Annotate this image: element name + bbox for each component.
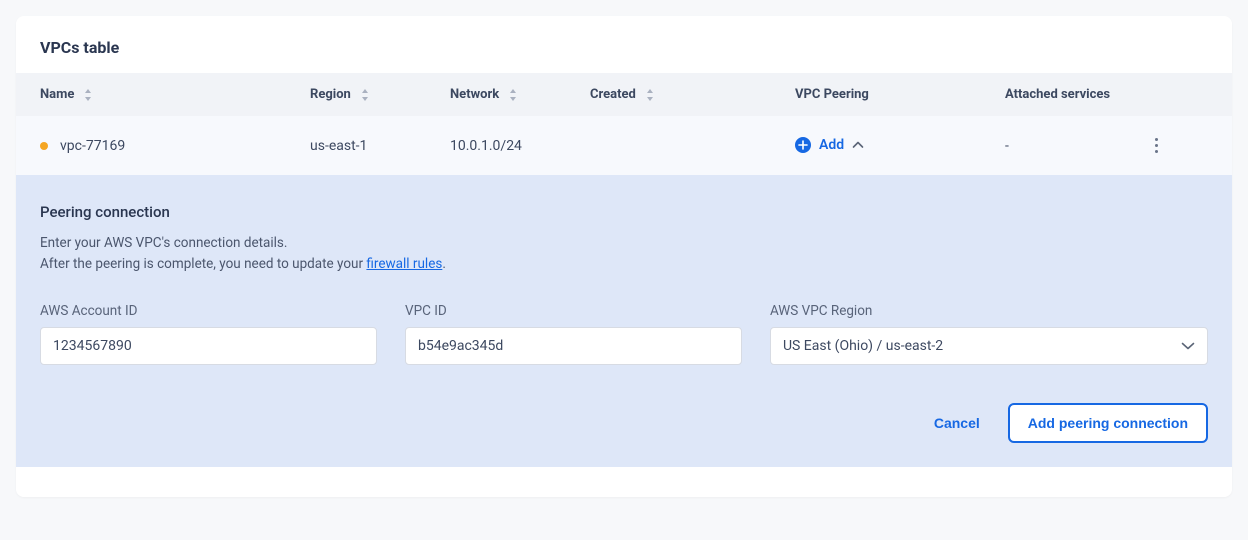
aws-account-id-label: AWS Account ID xyxy=(40,303,377,319)
vpcs-card: VPCs table Name Region Network xyxy=(16,16,1232,497)
col-network-label: Network xyxy=(450,87,499,102)
add-peering-connection-button[interactable]: Add peering connection xyxy=(1008,403,1208,443)
col-name[interactable]: Name xyxy=(16,73,296,116)
col-actions xyxy=(1136,81,1196,109)
aws-region-value: US East (Ohio) / us-east-2 xyxy=(783,338,943,354)
aws-region-label: AWS VPC Region xyxy=(770,303,1208,319)
col-region[interactable]: Region xyxy=(296,73,436,116)
cell-name: vpc-77169 xyxy=(60,138,125,154)
col-network[interactable]: Network xyxy=(436,73,576,116)
chevron-down-icon xyxy=(1181,338,1195,354)
col-peering: VPC Peering xyxy=(781,73,991,116)
sort-icon xyxy=(84,89,92,101)
col-created-label: Created xyxy=(590,87,636,102)
panel-desc-line1: Enter your AWS VPC's connection details. xyxy=(40,235,287,251)
panel-desc-line2-suffix: . xyxy=(442,256,446,272)
plus-circle-icon xyxy=(795,137,811,153)
status-dot-icon xyxy=(40,142,48,150)
cell-network: 10.0.1.0/24 xyxy=(436,122,576,170)
col-name-label: Name xyxy=(40,87,74,102)
vpc-id-input[interactable] xyxy=(405,327,742,365)
panel-description: Enter your AWS VPC's connection details.… xyxy=(40,233,1208,275)
cancel-button[interactable]: Cancel xyxy=(934,415,980,431)
aws-region-field: AWS VPC Region US East (Ohio) / us-east-… xyxy=(770,303,1208,365)
aws-account-id-input[interactable] xyxy=(40,327,377,365)
row-menu-button[interactable] xyxy=(1149,132,1164,159)
col-peering-label: VPC Peering xyxy=(795,87,869,102)
vpc-id-label: VPC ID xyxy=(405,303,742,319)
sort-icon xyxy=(646,89,654,101)
col-region-label: Region xyxy=(310,87,351,102)
table-header: Name Region Network xyxy=(16,73,1232,116)
vpcs-table: Name Region Network xyxy=(16,73,1232,497)
col-created[interactable]: Created xyxy=(576,73,781,116)
col-attached: Attached services xyxy=(991,73,1136,116)
firewall-rules-link[interactable]: firewall rules xyxy=(366,256,442,272)
aws-account-id-field: AWS Account ID xyxy=(40,303,377,365)
panel-desc-line2-prefix: After the peering is complete, you need … xyxy=(40,256,366,272)
sort-icon xyxy=(361,89,369,101)
table-row: vpc-77169 us-east-1 10.0.1.0/24 Add - xyxy=(16,116,1232,175)
add-peering-button[interactable]: Add xyxy=(795,137,864,153)
cell-created xyxy=(576,130,781,162)
footer-space xyxy=(16,467,1232,497)
cell-attached: - xyxy=(991,122,1136,170)
panel-title: Peering connection xyxy=(40,203,1208,221)
cell-region: us-east-1 xyxy=(296,122,436,170)
sort-icon xyxy=(509,89,517,101)
card-title: VPCs table xyxy=(16,16,1232,73)
chevron-up-icon xyxy=(852,137,864,153)
col-attached-label: Attached services xyxy=(1005,87,1110,102)
add-label: Add xyxy=(819,137,844,153)
aws-region-select[interactable]: US East (Ohio) / us-east-2 xyxy=(770,327,1208,365)
vpc-id-field: VPC ID xyxy=(405,303,742,365)
peering-panel: Peering connection Enter your AWS VPC's … xyxy=(16,175,1232,467)
